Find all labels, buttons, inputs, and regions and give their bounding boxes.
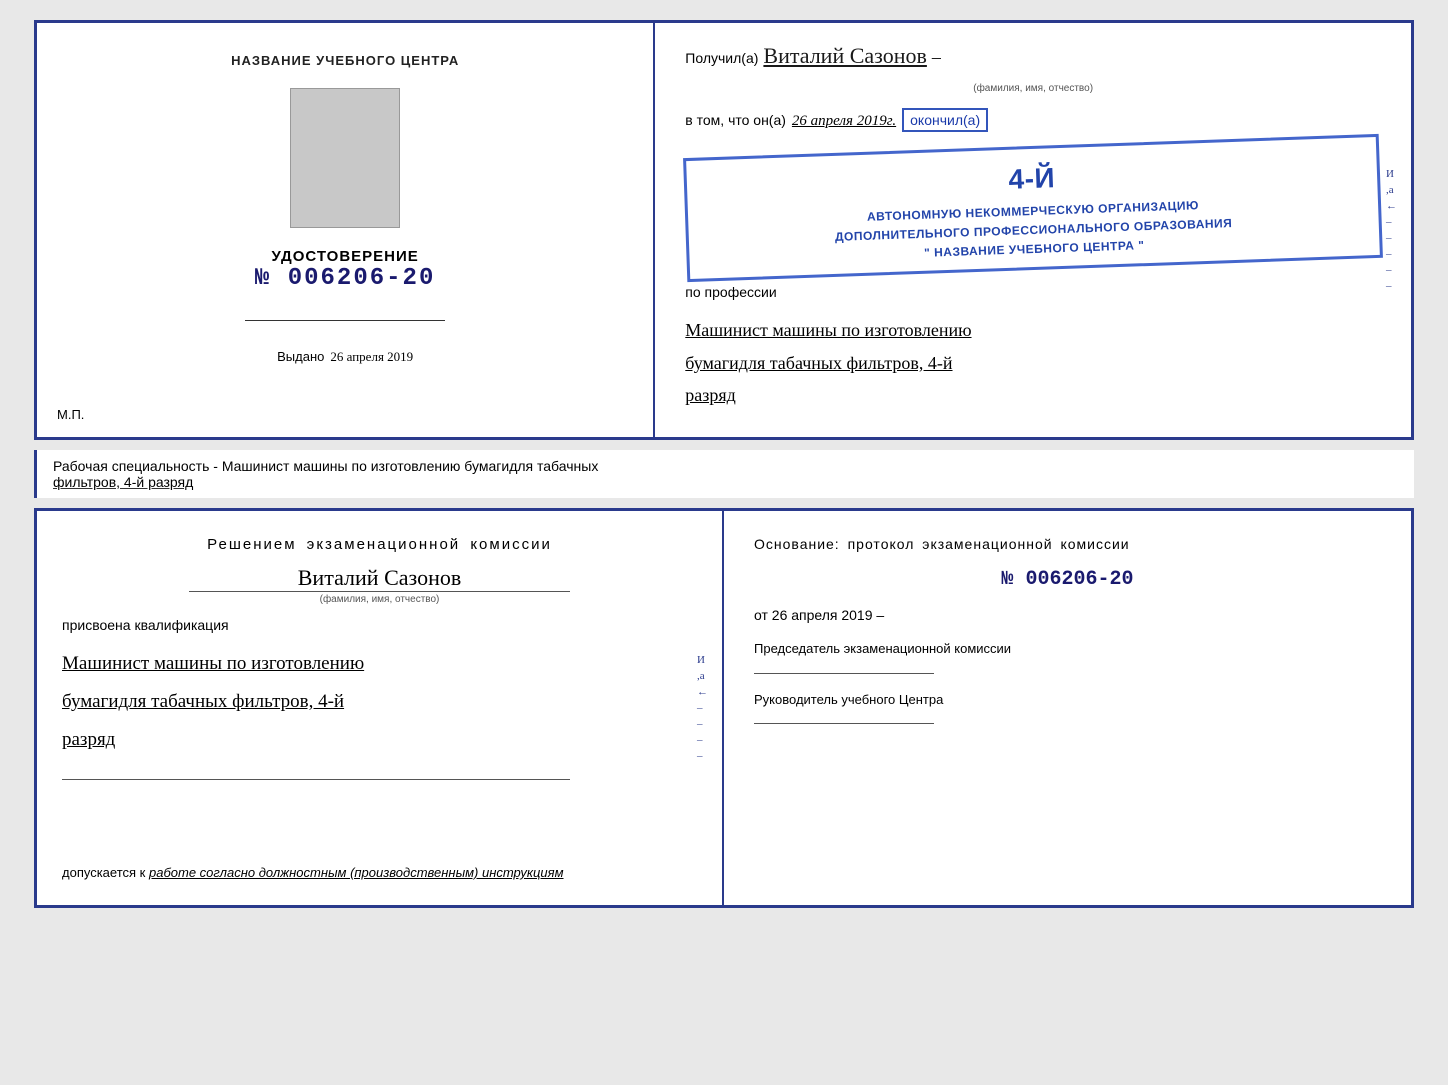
- ot-date-block: от 26 апреля 2019 –: [754, 607, 1381, 623]
- info-strip-underlined: фильтров, 4-й разряд: [53, 474, 193, 490]
- vydano-row: Выдано 26 апреля 2019: [277, 349, 413, 365]
- ruk-block: Руководитель учебного Центра: [754, 690, 1381, 725]
- cert-number-section: УДОСТОВЕРЕНИЕ № 006206-20: [255, 248, 435, 292]
- poluchil-name: Виталий Сазонов: [763, 43, 926, 69]
- profession-line3: разряд: [685, 379, 1381, 411]
- vtom-date: 26 апреля 2019г.: [792, 113, 896, 130]
- osnovanie-title: Основание: протокол экзаменационной коми…: [754, 536, 1381, 552]
- photo-placeholder: [290, 88, 400, 228]
- bottom-name-block: Виталий Сазонов (фамилия, имя, отчество): [62, 565, 697, 605]
- profession-handwritten: Машинист машины по изготовлению бумагидл…: [685, 314, 1381, 411]
- cert-number: № 006206-20: [255, 265, 435, 292]
- prisvoena-label: присвоена квалификация: [62, 617, 697, 633]
- vydano-date: 26 апреля 2019: [330, 349, 413, 365]
- stamp-block: 4-й АВТОНОМНУЮ НЕКОММЕРЧЕСКУЮ ОРГАНИЗАЦИ…: [683, 134, 1383, 283]
- dopusk-prefix: допускается к: [62, 865, 145, 880]
- cert-left-panel: НАЗВАНИЕ УЧЕБНОГО ЦЕНТРА УДОСТОВЕРЕНИЕ №…: [37, 23, 655, 437]
- bot-profession-line3: разряд: [62, 721, 697, 759]
- info-strip: Рабочая специальность - Машинист машины …: [34, 450, 1414, 498]
- protocol-number: № 006206-20: [754, 568, 1381, 591]
- side-decoration: И ,а ← – – – – –: [1386, 168, 1397, 292]
- ruk-sig-line: [754, 723, 934, 724]
- bot-profession-line1: Машинист машины по изготовлению: [62, 645, 697, 683]
- predsedatel-label: Председатель экзаменационной комиссии: [754, 639, 1381, 659]
- bot-sig-line: [62, 779, 570, 780]
- profession-line1: Машинист машины по изготовлению: [685, 314, 1381, 346]
- poluchil-dash: –: [932, 47, 941, 68]
- fio-hint-top: (фамилия, имя, отчество): [685, 83, 1381, 94]
- predsedatel-block: Председатель экзаменационной комиссии: [754, 639, 1381, 674]
- resheniyem-title: Решением экзаменационной комиссии: [62, 536, 697, 553]
- cert-divider-line: [245, 320, 445, 321]
- poluchil-line: Получил(а) Виталий Сазонов –: [685, 43, 1381, 69]
- ot-dash: –: [876, 607, 884, 623]
- cert-udost-label: УДОСТОВЕРЕНИЕ: [255, 248, 435, 265]
- bot-left-panel: Решением экзаменационной комиссии Витали…: [37, 511, 724, 905]
- ot-date-val: 26 апреля 2019: [772, 607, 873, 623]
- vtom-line: в том, что он(а) 26 апреля 2019г. окончи…: [685, 108, 1381, 132]
- predsedatel-sig-line: [754, 673, 934, 674]
- cert-school-title: НАЗВАНИЕ УЧЕБНОГО ЦЕНТРА: [231, 53, 459, 68]
- po-professii-label: по профессии: [685, 284, 1381, 300]
- certificate-top: НАЗВАНИЕ УЧЕБНОГО ЦЕНТРА УДОСТОВЕРЕНИЕ №…: [34, 20, 1414, 440]
- bot-right-panel: Основание: протокол экзаменационной коми…: [724, 511, 1411, 905]
- info-strip-text: Рабочая специальность - Машинист машины …: [53, 458, 598, 474]
- ot-prefix: от: [754, 607, 768, 623]
- bot-profession: Машинист машины по изготовлению бумагидл…: [62, 645, 697, 759]
- bot-side-decoration: И ,а ← – – – –: [697, 654, 708, 762]
- vydano-label: Выдано: [277, 349, 324, 364]
- profession-line2: бумагидля табачных фильтров, 4-й: [685, 347, 1381, 379]
- bottom-fio-hint: (фамилия, имя, отчество): [62, 594, 697, 605]
- vtom-prefix: в том, что он(а): [685, 112, 786, 128]
- ruk-label: Руководитель учебного Центра: [754, 690, 1381, 710]
- dopusk-value: работе согласно должностным (производств…: [149, 865, 564, 880]
- vtom-okonchil: окончил(а): [902, 108, 988, 132]
- certificate-bottom: Решением экзаменационной комиссии Витали…: [34, 508, 1414, 908]
- dopuskaetsya-block: допускается к работе согласно должностны…: [62, 865, 697, 880]
- poluchil-label: Получил(а): [685, 50, 758, 66]
- mp-label: М.П.: [57, 407, 84, 422]
- bot-profession-line2: бумагидля табачных фильтров, 4-й: [62, 683, 697, 721]
- bottom-name: Виталий Сазонов: [62, 565, 697, 591]
- cert-right-panel: Получил(а) Виталий Сазонов – (фамилия, и…: [655, 23, 1411, 437]
